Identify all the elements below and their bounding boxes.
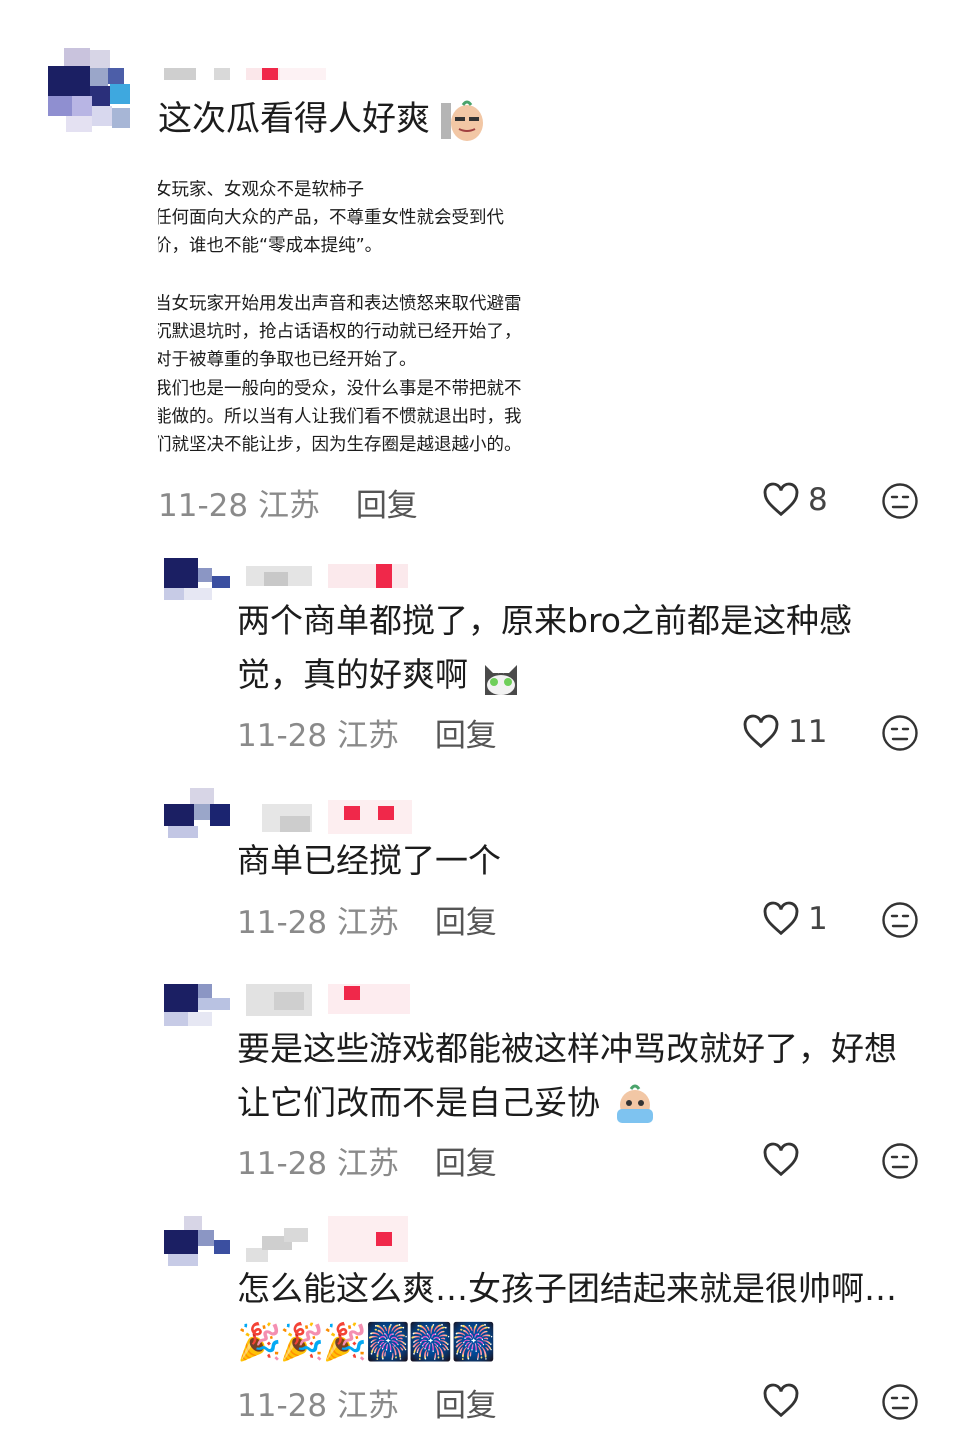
like-count: 1 (808, 901, 828, 937)
comment-date: 11-28 (237, 718, 328, 754)
comment-date: 11-28 (237, 905, 328, 941)
heart-icon (763, 482, 799, 517)
comment-date: 11-28 (158, 488, 249, 524)
image-text-line: 沉默退坑时，抢占话语权的行动就已经开始了， (158, 322, 522, 342)
like-button[interactable] (762, 1142, 808, 1178)
comment-location: 江苏 (257, 488, 320, 524)
dislike-face-icon[interactable] (881, 901, 919, 939)
comment-meta: 11-28 江苏 回复 (237, 1380, 497, 1425)
heart-icon (743, 714, 779, 749)
like-button[interactable] (762, 1383, 808, 1419)
reply-button[interactable]: 回复 (435, 1388, 497, 1424)
reply-button[interactable]: 回复 (435, 905, 497, 941)
image-text-line: 当女玩家开始用发出声音和表达愤怒来取代避雷 (158, 294, 522, 314)
dislike-face-icon[interactable] (881, 714, 919, 752)
reply-button[interactable]: 回复 (435, 1146, 497, 1182)
sly-peanut-emoji (440, 100, 483, 141)
like-button[interactable]: 1 (762, 901, 828, 937)
comment-line: 🎉🎉🎉🎆🎆🎆 (237, 1322, 496, 1363)
image-text-line: 们就坚决不能让步，因为生存圈是越退越小的。 (158, 435, 522, 455)
image-text-line: 价，谁也不能“零成本提纯”。 (158, 236, 383, 256)
username-masked[interactable] (246, 562, 416, 590)
username-masked[interactable] (246, 982, 416, 1018)
comment-location: 江苏 (336, 1146, 399, 1182)
crying-peanut-emoji (616, 1084, 653, 1123)
image-text-line: 能做的。所以当有人让我们看不惯就退出时，我 (158, 407, 522, 427)
comment-text: 商单已经搅了一个 (237, 834, 927, 888)
image-text-line: 女玩家、女观众不是软柿子 (158, 180, 364, 200)
comment-date: 11-28 (237, 1146, 328, 1182)
reply-button[interactable]: 回复 (356, 488, 418, 524)
comment-line: 要是这些游戏都能被这样冲骂改就好了，好想 (237, 1029, 897, 1068)
heart-icon (763, 901, 799, 936)
dislike-face-icon[interactable] (881, 1142, 919, 1180)
username-masked[interactable] (160, 62, 330, 86)
avatar[interactable] (160, 788, 232, 840)
comment-location: 江苏 (336, 718, 399, 754)
avatar[interactable] (164, 1216, 232, 1268)
comment-line: 怎么能这么爽…女孩子团结起来就是很帅啊… (237, 1269, 897, 1308)
comment-text: 两个商单都搅了，原来bro之前都是这种感 觉，真的好爽啊 (237, 594, 927, 702)
cat-emoji (484, 664, 517, 695)
image-text-line: 任何面向大众的产品，不尊重女性就会受到代 (158, 208, 504, 228)
like-button[interactable]: 11 (742, 714, 827, 750)
image-text-line: 对于被尊重的争取也已经开始了。 (158, 350, 417, 370)
dislike-face-icon[interactable] (881, 482, 919, 520)
comment-meta: 11-28 江苏 回复 (158, 480, 418, 525)
comment-line: 两个商单都搅了，原来bro之前都是这种感 (237, 601, 852, 640)
comment-meta: 11-28 江苏 回复 (237, 710, 497, 755)
username-masked[interactable] (246, 1214, 416, 1264)
comment-text: 怎么能这么爽…女孩子团结起来就是很帅啊… 🎉🎉🎉🎆🎆🎆 (237, 1262, 927, 1370)
like-button[interactable]: 8 (762, 482, 828, 518)
comment-line: 让它们改而不是自己妥协 (237, 1076, 927, 1130)
comment-line: 商单已经搅了一个 (237, 841, 501, 880)
comment-location: 江苏 (336, 1388, 399, 1424)
username-masked[interactable] (262, 800, 422, 836)
dislike-face-icon[interactable] (881, 1383, 919, 1421)
comment-date: 11-28 (237, 1388, 328, 1424)
reply-button[interactable]: 回复 (435, 718, 497, 754)
heart-icon (763, 1142, 799, 1177)
image-text-line: 我们也是一般向的受众，没什么事是不带把就不 (158, 379, 522, 399)
comment-line: 觉，真的好爽啊 (237, 648, 927, 702)
heart-icon (763, 1383, 799, 1418)
comment-text: 要是这些游戏都能被这样冲骂改就好了，好想 让它们改而不是自己妥协 (237, 1022, 927, 1130)
screenshot-image[interactable]: 女玩家、女观众不是软柿子 任何面向大众的产品，不尊重女性就会受到代 价，谁也不能… (158, 172, 558, 464)
comment-meta: 11-28 江苏 回复 (237, 897, 497, 942)
comment-text: 这次瓜看得人好爽 (158, 92, 485, 146)
avatar[interactable] (164, 984, 232, 1030)
like-count: 11 (788, 714, 828, 750)
like-count: 8 (808, 482, 828, 518)
avatar[interactable] (44, 48, 134, 134)
comment-meta: 11-28 江苏 回复 (237, 1138, 497, 1183)
avatar[interactable] (164, 558, 232, 602)
comment-location: 江苏 (336, 905, 399, 941)
